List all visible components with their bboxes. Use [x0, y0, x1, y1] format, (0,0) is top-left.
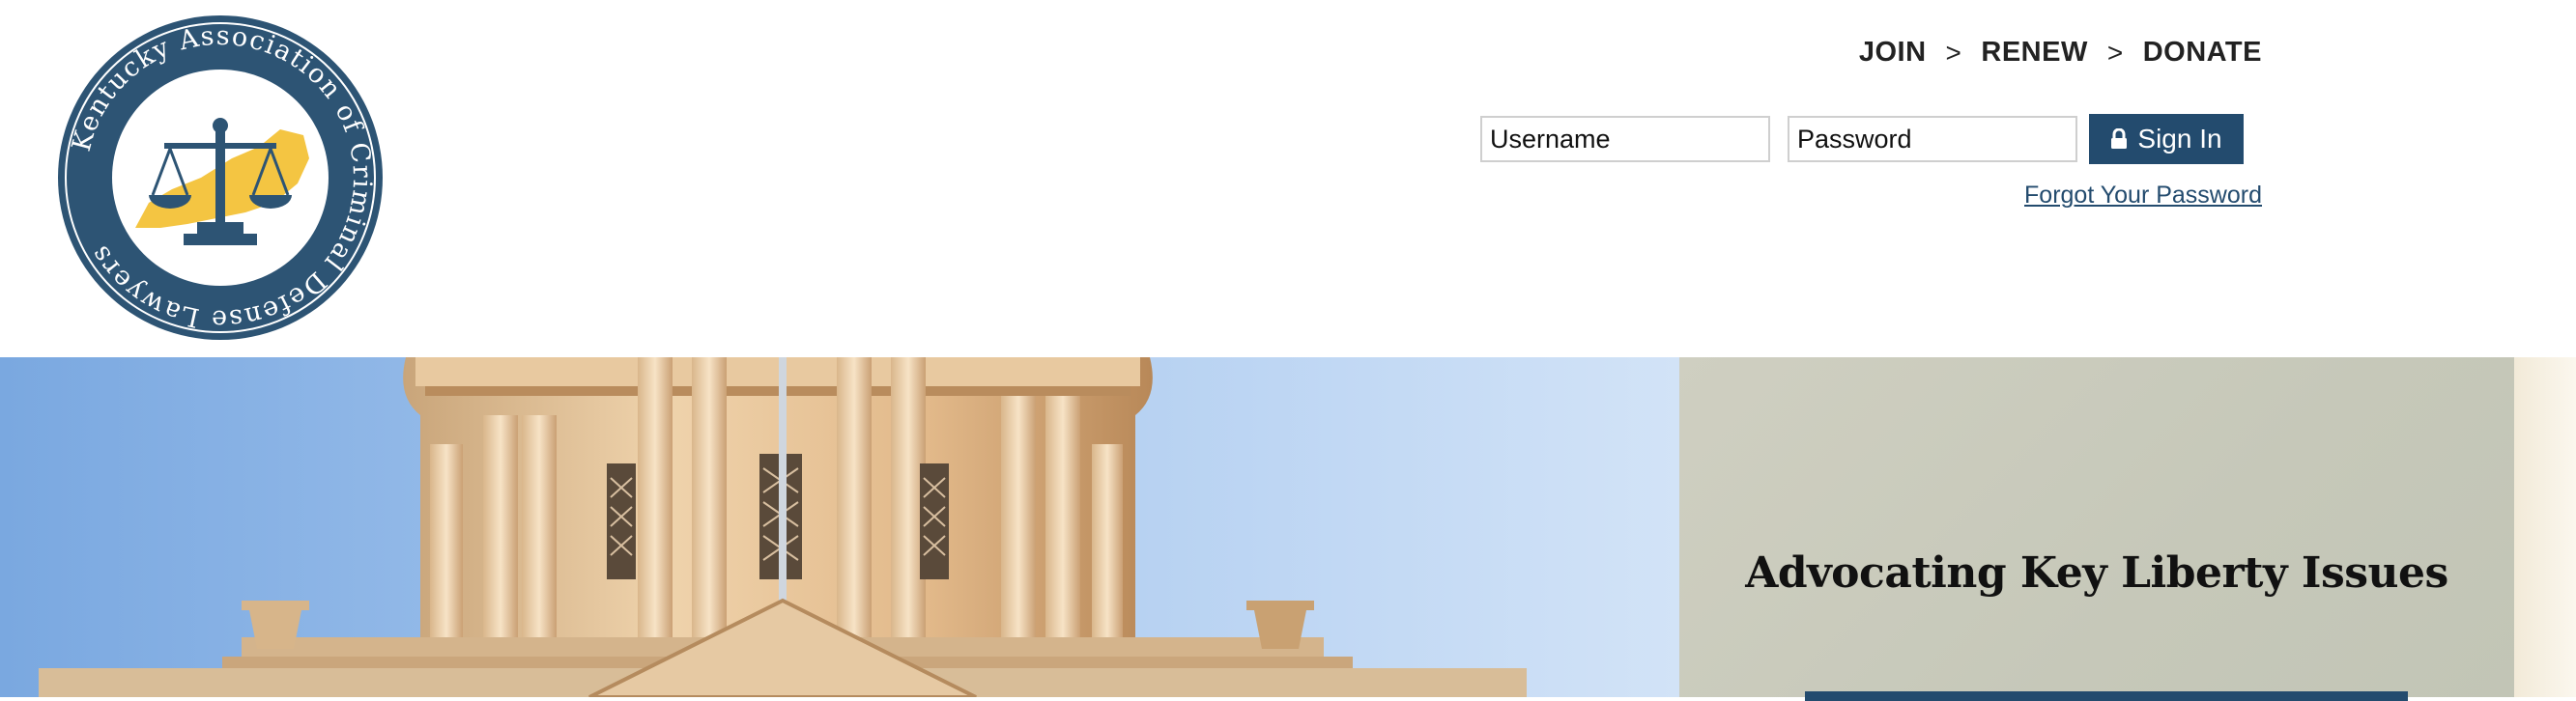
- sign-in-button[interactable]: Sign In: [2089, 114, 2244, 164]
- kacdl-logo[interactable]: Kentucky Association of Criminal Defense…: [56, 14, 385, 342]
- lock-icon: [2111, 128, 2128, 149]
- nav-separator: >: [2106, 37, 2124, 68]
- logo-seal-icon: Kentucky Association of Criminal Defense…: [58, 15, 383, 340]
- capitol-dome-image: [0, 357, 1679, 697]
- donate-link[interactable]: DONATE: [2143, 37, 2262, 69]
- nav-separator: >: [1945, 37, 1962, 68]
- site-header: Kentucky Association of Criminal Defense…: [0, 0, 2576, 357]
- forgot-password-link[interactable]: Forgot Your Password: [2024, 182, 2262, 210]
- hero-message-panel: Advocating Key Liberty Issues: [1679, 357, 2514, 701]
- hero-cta-button[interactable]: [1805, 691, 2408, 701]
- password-input[interactable]: [1788, 116, 2077, 162]
- next-slide-peek: [2514, 357, 2576, 697]
- renew-link[interactable]: RENEW: [1981, 37, 2087, 69]
- join-link[interactable]: JOIN: [1859, 37, 1927, 69]
- username-input[interactable]: [1480, 116, 1770, 162]
- login-form: Sign In: [1480, 114, 2244, 166]
- hero-heading: Advocating Key Liberty Issues: [1745, 548, 2448, 598]
- sign-in-label: Sign In: [2137, 124, 2222, 154]
- top-nav: JOIN > RENEW > DONATE: [1859, 37, 2262, 69]
- hero-image: [0, 357, 1679, 697]
